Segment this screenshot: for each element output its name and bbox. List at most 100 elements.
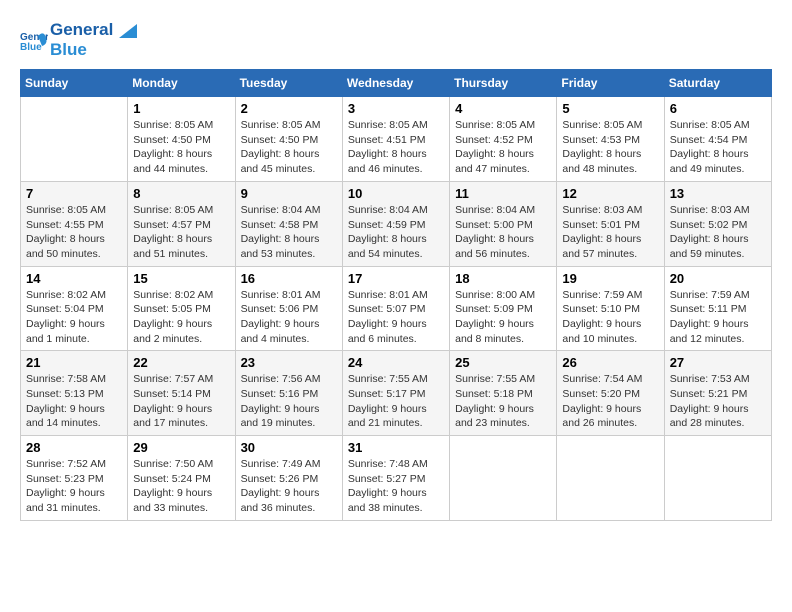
day-number: 22 [133, 355, 229, 370]
day-number: 27 [670, 355, 766, 370]
day-info: Sunrise: 7:59 AMSunset: 5:11 PMDaylight:… [670, 288, 766, 347]
day-cell-10: 10 Sunrise: 8:04 AMSunset: 4:59 PMDayligh… [342, 181, 449, 266]
week-row-4: 21 Sunrise: 7:58 AMSunset: 5:13 PMDayligh… [21, 351, 772, 436]
day-info: Sunrise: 7:57 AMSunset: 5:14 PMDaylight:… [133, 372, 229, 431]
day-cell-16: 16 Sunrise: 8:01 AMSunset: 5:06 PMDayligh… [235, 266, 342, 351]
day-number: 8 [133, 186, 229, 201]
day-info: Sunrise: 8:05 AMSunset: 4:50 PMDaylight:… [241, 118, 337, 177]
day-cell-18: 18 Sunrise: 8:00 AMSunset: 5:09 PMDayligh… [450, 266, 557, 351]
header-day-saturday: Saturday [664, 70, 771, 97]
day-cell-19: 19 Sunrise: 7:59 AMSunset: 5:10 PMDayligh… [557, 266, 664, 351]
day-cell-8: 8 Sunrise: 8:05 AMSunset: 4:57 PMDaylight… [128, 181, 235, 266]
day-info: Sunrise: 8:03 AMSunset: 5:02 PMDaylight:… [670, 203, 766, 262]
day-cell-17: 17 Sunrise: 8:01 AMSunset: 5:07 PMDayligh… [342, 266, 449, 351]
day-info: Sunrise: 8:05 AMSunset: 4:57 PMDaylight:… [133, 203, 229, 262]
day-info: Sunrise: 7:55 AMSunset: 5:18 PMDaylight:… [455, 372, 551, 431]
week-row-3: 14 Sunrise: 8:02 AMSunset: 5:04 PMDayligh… [21, 266, 772, 351]
day-cell-5: 5Sunrise: 8:05 AMSunset: 4:53 PMDaylight… [557, 97, 664, 182]
day-info: Sunrise: 7:59 AMSunset: 5:10 PMDaylight:… [562, 288, 658, 347]
header-day-thursday: Thursday [450, 70, 557, 97]
logo: General Blue General Blue [20, 20, 137, 59]
day-cell-31: 31 Sunrise: 7:48 AMSunset: 5:27 PMDayligh… [342, 436, 449, 521]
day-info: Sunrise: 7:55 AMSunset: 5:17 PMDaylight:… [348, 372, 444, 431]
day-info: Sunrise: 8:02 AMSunset: 5:04 PMDaylight:… [26, 288, 122, 347]
day-number: 4 [455, 101, 551, 116]
svg-text:Blue: Blue [20, 42, 42, 53]
day-number: 14 [26, 271, 122, 286]
day-number: 31 [348, 440, 444, 455]
day-number: 7 [26, 186, 122, 201]
day-cell-28: 28 Sunrise: 7:52 AMSunset: 5:23 PMDayligh… [21, 436, 128, 521]
logo-blue: Blue [50, 40, 137, 60]
day-cell-24: 24 Sunrise: 7:55 AMSunset: 5:17 PMDayligh… [342, 351, 449, 436]
day-cell-15: 15Sunrise: 8:02 AMSunset: 5:05 PMDayligh… [128, 266, 235, 351]
day-info: Sunrise: 8:00 AMSunset: 5:09 PMDaylight:… [455, 288, 551, 347]
day-number: 30 [241, 440, 337, 455]
day-cell-22: 22 Sunrise: 7:57 AMSunset: 5:14 PMDayligh… [128, 351, 235, 436]
day-info: Sunrise: 8:05 AMSunset: 4:51 PMDaylight:… [348, 118, 444, 177]
day-number: 17 [348, 271, 444, 286]
day-number: 1 [133, 101, 229, 116]
day-info: Sunrise: 7:50 AMSunset: 5:24 PMDaylight:… [133, 457, 229, 516]
day-number: 9 [241, 186, 337, 201]
day-info: Sunrise: 7:52 AMSunset: 5:23 PMDaylight:… [26, 457, 122, 516]
header-day-tuesday: Tuesday [235, 70, 342, 97]
day-info: Sunrise: 7:49 AMSunset: 5:26 PMDaylight:… [241, 457, 337, 516]
empty-cell [557, 436, 664, 521]
day-number: 2 [241, 101, 337, 116]
day-cell-25: 25Sunrise: 7:55 AMSunset: 5:18 PMDayligh… [450, 351, 557, 436]
day-number: 18 [455, 271, 551, 286]
day-number: 12 [562, 186, 658, 201]
day-info: Sunrise: 7:56 AMSunset: 5:16 PMDaylight:… [241, 372, 337, 431]
day-cell-30: 30 Sunrise: 7:49 AMSunset: 5:26 PMDayligh… [235, 436, 342, 521]
day-number: 11 [455, 186, 551, 201]
day-cell-11: 11 Sunrise: 8:04 AMSunset: 5:00 PMDayligh… [450, 181, 557, 266]
day-info: Sunrise: 8:04 AMSunset: 4:58 PMDaylight:… [241, 203, 337, 262]
day-number: 26 [562, 355, 658, 370]
day-cell-27: 27 Sunrise: 7:53 AMSunset: 5:21 PMDayligh… [664, 351, 771, 436]
day-number: 16 [241, 271, 337, 286]
header-day-monday: Monday [128, 70, 235, 97]
day-info: Sunrise: 8:01 AMSunset: 5:06 PMDaylight:… [241, 288, 337, 347]
day-info: Sunrise: 8:03 AMSunset: 5:01 PMDaylight:… [562, 203, 658, 262]
empty-cell [450, 436, 557, 521]
week-row-1: 1 Sunrise: 8:05 AMSunset: 4:50 PMDaylight… [21, 97, 772, 182]
day-number: 19 [562, 271, 658, 286]
day-cell-7: 7 Sunrise: 8:05 AMSunset: 4:55 PMDaylight… [21, 181, 128, 266]
day-cell-3: 3Sunrise: 8:05 AMSunset: 4:51 PMDaylight… [342, 97, 449, 182]
day-cell-14: 14 Sunrise: 8:02 AMSunset: 5:04 PMDayligh… [21, 266, 128, 351]
day-info: Sunrise: 8:05 AMSunset: 4:50 PMDaylight:… [133, 118, 229, 177]
calendar-table: SundayMondayTuesdayWednesdayThursdayFrid… [20, 69, 772, 521]
day-cell-20: 20 Sunrise: 7:59 AMSunset: 5:11 PMDayligh… [664, 266, 771, 351]
day-info: Sunrise: 8:01 AMSunset: 5:07 PMDaylight:… [348, 288, 444, 347]
day-info: Sunrise: 7:53 AMSunset: 5:21 PMDaylight:… [670, 372, 766, 431]
header-day-wednesday: Wednesday [342, 70, 449, 97]
day-number: 29 [133, 440, 229, 455]
logo-icon: General Blue [20, 26, 48, 54]
day-number: 28 [26, 440, 122, 455]
day-number: 10 [348, 186, 444, 201]
day-cell-9: 9 Sunrise: 8:04 AMSunset: 4:58 PMDaylight… [235, 181, 342, 266]
empty-cell [21, 97, 128, 182]
day-info: Sunrise: 8:05 AMSunset: 4:55 PMDaylight:… [26, 203, 122, 262]
header-day-friday: Friday [557, 70, 664, 97]
header-day-sunday: Sunday [21, 70, 128, 97]
day-cell-4: 4 Sunrise: 8:05 AMSunset: 4:52 PMDaylight… [450, 97, 557, 182]
day-info: Sunrise: 8:04 AMSunset: 5:00 PMDaylight:… [455, 203, 551, 262]
day-cell-2: 2 Sunrise: 8:05 AMSunset: 4:50 PMDaylight… [235, 97, 342, 182]
day-info: Sunrise: 8:04 AMSunset: 4:59 PMDaylight:… [348, 203, 444, 262]
day-cell-12: 12 Sunrise: 8:03 AMSunset: 5:01 PMDayligh… [557, 181, 664, 266]
day-info: Sunrise: 7:54 AMSunset: 5:20 PMDaylight:… [562, 372, 658, 431]
day-info: Sunrise: 8:05 AMSunset: 4:52 PMDaylight:… [455, 118, 551, 177]
day-number: 20 [670, 271, 766, 286]
day-number: 5 [562, 101, 658, 116]
day-number: 21 [26, 355, 122, 370]
day-number: 6 [670, 101, 766, 116]
day-number: 23 [241, 355, 337, 370]
day-number: 13 [670, 186, 766, 201]
day-number: 24 [348, 355, 444, 370]
day-info: Sunrise: 7:48 AMSunset: 5:27 PMDaylight:… [348, 457, 444, 516]
day-info: Sunrise: 7:58 AMSunset: 5:13 PMDaylight:… [26, 372, 122, 431]
day-cell-23: 23 Sunrise: 7:56 AMSunset: 5:16 PMDayligh… [235, 351, 342, 436]
day-info: Sunrise: 8:02 AMSunset: 5:05 PMDaylight:… [133, 288, 229, 347]
